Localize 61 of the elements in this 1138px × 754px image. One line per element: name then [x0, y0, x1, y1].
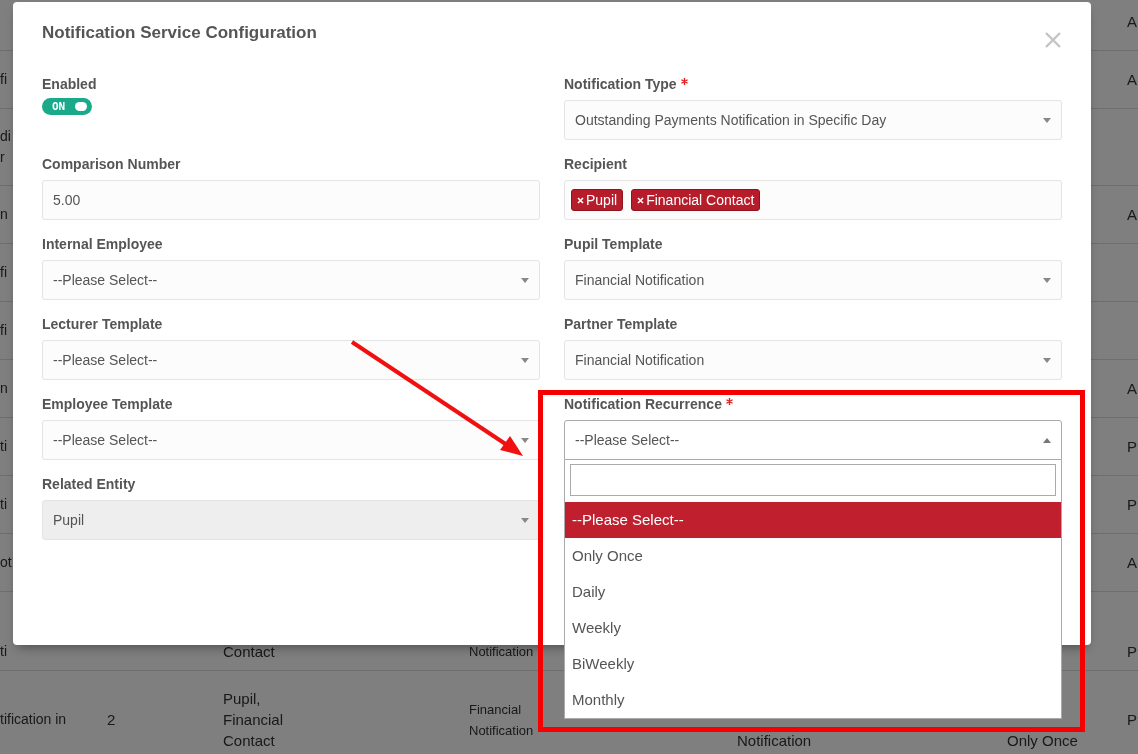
field-label: Employee Template: [42, 395, 173, 414]
required-icon: [680, 78, 688, 85]
field-label: Notification Type: [564, 74, 688, 94]
search-field[interactable]: [570, 464, 1056, 496]
table-cell-text: n: [0, 205, 8, 224]
table-cell-text: P: [1127, 437, 1137, 457]
select-field[interactable]: --Please Select--: [42, 340, 540, 380]
input-field[interactable]: 5.00: [42, 180, 540, 220]
field-label: Lecturer Template: [42, 315, 163, 334]
field-label: Notification Recurrence: [564, 394, 733, 414]
remove-icon[interactable]: [577, 196, 584, 204]
dropdown-option[interactable]: --Please Select--: [565, 502, 1061, 538]
dropdown-option[interactable]: BiWeekly: [565, 646, 1061, 682]
table-cell-text: ti: [0, 495, 7, 514]
remove-icon[interactable]: [637, 196, 645, 204]
table-cell-text: Notification: [737, 731, 812, 751]
table-cell-text: fi: [0, 263, 7, 282]
dropdown-option[interactable]: Daily: [565, 574, 1061, 610]
table-cell-text: A: [1127, 12, 1137, 32]
select-field[interactable]: --Please Select--: [42, 420, 540, 460]
field-label: Recipient: [564, 155, 627, 174]
table-cell-text: fi: [0, 70, 7, 89]
table-cell-text: di r: [0, 127, 11, 167]
table-cell-text: Notification: [469, 643, 534, 661]
tag[interactable]: Financial Contact: [631, 189, 761, 211]
tag-field[interactable]: Pupil Financial Contact: [564, 180, 1062, 220]
table-cell-text: ti: [0, 437, 7, 456]
table-cell-text: Financial Notification: [469, 700, 534, 740]
select-field[interactable]: Financial Notification: [564, 260, 1062, 300]
table-cell-text: P: [1127, 495, 1137, 515]
table-cell-text: 2: [107, 710, 116, 730]
table-cell-text: ti: [0, 642, 7, 661]
field-label: Related Entity: [42, 475, 136, 494]
table-cell-text: Pupil, Financial Contact: [223, 689, 284, 751]
table-cell-text: n: [0, 379, 8, 398]
table-cell-text: fi: [0, 321, 7, 340]
select-field[interactable]: --Please Select--: [42, 260, 540, 300]
table-cell-text: A: [1127, 553, 1137, 573]
dropdown-option[interactable]: Weekly: [565, 610, 1061, 646]
dropdown-option[interactable]: Monthly: [565, 682, 1061, 718]
select-field[interactable]: --Please Select--: [564, 420, 1062, 460]
table-cell-text: tification in: [0, 710, 67, 729]
table-cell-text: P: [1127, 710, 1137, 730]
field-label: Enabled: [42, 75, 97, 94]
field-label: Pupil Template: [564, 235, 663, 254]
dropdown-option[interactable]: Only Once: [565, 538, 1061, 574]
required-icon: [725, 398, 733, 405]
field-label: Internal Employee: [42, 235, 163, 254]
table-cell-text: A: [1127, 205, 1137, 225]
table-cell-text: A: [1127, 379, 1137, 399]
field-label: Comparison Number: [42, 155, 181, 174]
table-cell-text: Only Once: [1007, 731, 1078, 751]
select-field[interactable]: Outstanding Payments Notification in Specific Day: [564, 100, 1062, 140]
field-label: Partner Template: [564, 315, 678, 334]
table-cell-text: P: [1127, 642, 1137, 662]
dialog-title: Notification Service Configuration: [42, 23, 317, 43]
table-cell-text: Contact: [223, 642, 275, 662]
select-field[interactable]: Financial Notification: [564, 340, 1062, 380]
table-cell-text: A: [1127, 70, 1137, 90]
table-cell-text: ot: [0, 553, 12, 572]
tag[interactable]: Pupil: [571, 189, 624, 211]
